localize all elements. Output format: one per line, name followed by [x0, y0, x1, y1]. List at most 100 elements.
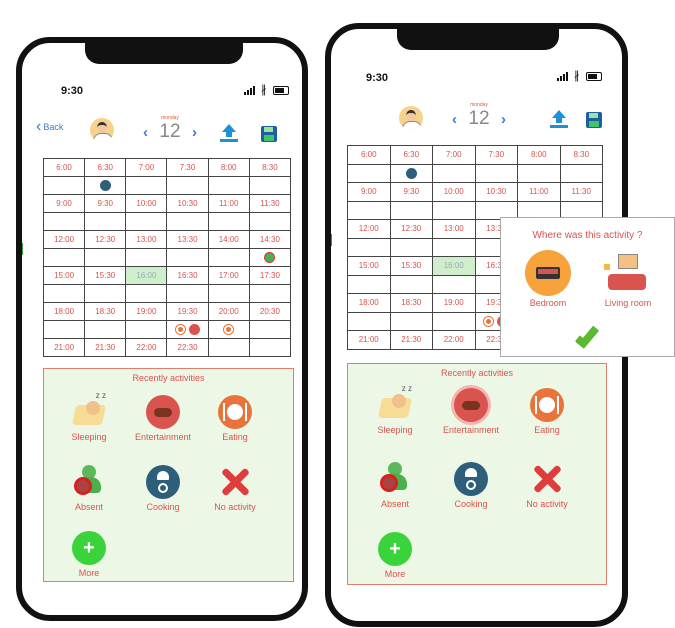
time-slot-cell[interactable]: 8:00 — [517, 145, 561, 165]
time-slot-cell[interactable]: 19:00 — [432, 293, 476, 313]
time-slot-cell[interactable]: 12:30 — [84, 230, 127, 249]
activity-slot-cell[interactable] — [125, 212, 168, 231]
activity-slot-cell[interactable] — [166, 320, 209, 339]
time-slot-cell[interactable]: 12:00 — [42, 230, 86, 249]
activity-slot-cell[interactable] — [248, 176, 292, 195]
activity-slot-cell[interactable] — [42, 320, 86, 339]
activity-slot-cell[interactable] — [42, 176, 86, 195]
activity-slot-cell[interactable] — [432, 200, 476, 220]
time-slot-cell[interactable]: 21:30 — [84, 338, 127, 357]
activity-slot-cell[interactable] — [517, 163, 561, 183]
time-slot-cell[interactable]: 19:30 — [166, 302, 209, 321]
activity-slot-cell[interactable] — [125, 284, 168, 303]
activity-slot-cell[interactable] — [389, 163, 433, 183]
time-slot-cell[interactable]: 15:00 — [347, 256, 391, 276]
activity-slot-cell[interactable] — [248, 248, 292, 267]
time-slot-cell[interactable]: 19:00 — [125, 302, 168, 321]
time-slot-cell[interactable]: 22:00 — [432, 330, 476, 350]
time-slot-cell[interactable]: 16:00 — [432, 256, 476, 276]
time-slot-cell[interactable]: 14:30 — [248, 230, 292, 249]
time-slot-cell[interactable]: 18:00 — [42, 302, 86, 321]
time-slot-cell[interactable]: 10:00 — [432, 182, 476, 202]
time-slot-cell[interactable]: 15:00 — [42, 266, 86, 285]
activity-slot-cell[interactable] — [207, 212, 250, 231]
time-slot-cell[interactable]: 7:00 — [125, 158, 168, 177]
time-slot-cell[interactable]: 11:00 — [517, 182, 561, 202]
activity-slot-cell[interactable] — [84, 284, 127, 303]
activity-slot-cell[interactable] — [389, 274, 433, 294]
time-slot-cell[interactable]: 7:30 — [474, 145, 518, 165]
time-slot-cell[interactable]: 13:00 — [432, 219, 476, 239]
time-slot-cell[interactable]: 22:30 — [166, 338, 209, 357]
save-icon[interactable] — [586, 112, 602, 128]
living-room-icon[interactable] — [604, 252, 650, 296]
activity-slot-cell[interactable] — [84, 248, 127, 267]
activity-slot-cell[interactable] — [125, 320, 168, 339]
time-slot-cell[interactable]: 12:30 — [389, 219, 433, 239]
next-day-button[interactable]: › — [192, 124, 197, 141]
activity-slot-cell[interactable] — [166, 284, 209, 303]
time-slot-cell[interactable]: 21:30 — [389, 330, 433, 350]
time-slot-cell[interactable]: 17:30 — [248, 266, 292, 285]
activity-slot-cell[interactable] — [389, 237, 433, 257]
time-slot-cell[interactable]: 20:00 — [207, 302, 250, 321]
time-slot-cell[interactable]: 18:30 — [389, 293, 433, 313]
activity-slot-cell[interactable] — [166, 248, 209, 267]
prev-day-button[interactable]: ‹ — [452, 111, 457, 128]
time-slot-cell[interactable]: 21:00 — [42, 338, 86, 357]
time-slot-cell[interactable]: 7:30 — [166, 158, 209, 177]
time-slot-cell[interactable]: 8:00 — [207, 158, 250, 177]
activity-eating[interactable]: Eating — [507, 388, 587, 435]
activity-no-activity[interactable]: No activity — [507, 462, 587, 509]
upload-icon[interactable] — [220, 124, 238, 143]
activity-absent[interactable]: Absent — [49, 465, 129, 512]
time-slot-cell[interactable]: 9:00 — [42, 194, 86, 213]
activity-sleeping[interactable]: z z Sleeping — [49, 391, 129, 442]
time-slot-cell[interactable] — [248, 338, 292, 357]
activity-slot-cell[interactable] — [42, 284, 86, 303]
time-slot-cell[interactable]: 6:30 — [84, 158, 127, 177]
time-slot-cell[interactable]: 7:00 — [432, 145, 476, 165]
activity-eating[interactable]: Eating — [195, 395, 275, 442]
time-slot-cell[interactable] — [207, 338, 250, 357]
activity-slot-cell[interactable] — [207, 284, 250, 303]
activity-slot-cell[interactable] — [432, 163, 476, 183]
time-slot-cell[interactable]: 10:00 — [125, 194, 168, 213]
activity-slot-cell[interactable] — [207, 320, 250, 339]
user-avatar[interactable] — [90, 118, 114, 142]
time-slot-cell[interactable]: 11:30 — [559, 182, 603, 202]
activity-slot-cell[interactable] — [347, 163, 391, 183]
time-slot-cell[interactable]: 12:00 — [347, 219, 391, 239]
activity-slot-cell[interactable] — [389, 311, 433, 331]
activity-slot-cell[interactable] — [432, 237, 476, 257]
activity-slot-cell[interactable] — [248, 284, 292, 303]
activity-slot-cell[interactable] — [474, 163, 518, 183]
time-slot-cell[interactable]: 13:00 — [125, 230, 168, 249]
activity-slot-cell[interactable] — [125, 248, 168, 267]
activity-slot-cell[interactable] — [125, 176, 168, 195]
activity-slot-cell[interactable] — [166, 212, 209, 231]
activity-cooking[interactable]: Cooking — [431, 462, 511, 509]
activity-slot-cell[interactable] — [248, 320, 292, 339]
activity-more[interactable]: + More — [355, 532, 435, 579]
time-slot-cell[interactable]: 16:00 — [125, 266, 168, 285]
living-room-option-label[interactable]: Living room — [593, 298, 663, 308]
time-slot-cell[interactable]: 9:30 — [389, 182, 433, 202]
activity-slot-cell[interactable] — [347, 274, 391, 294]
activity-slot-cell[interactable] — [389, 200, 433, 220]
time-slot-cell[interactable]: 10:30 — [474, 182, 518, 202]
activity-slot-cell[interactable] — [347, 200, 391, 220]
back-button[interactable]: ‹ Back — [36, 119, 63, 135]
time-slot-cell[interactable]: 8:30 — [248, 158, 292, 177]
time-slot-cell[interactable]: 9:00 — [347, 182, 391, 202]
time-slot-cell[interactable]: 6:00 — [42, 158, 86, 177]
checkmark-icon[interactable] — [574, 322, 600, 350]
activity-slot-cell[interactable] — [559, 163, 603, 183]
activity-slot-cell[interactable] — [207, 176, 250, 195]
activity-slot-cell[interactable] — [347, 237, 391, 257]
activity-slot-cell[interactable] — [207, 248, 250, 267]
prev-day-button[interactable]: ‹ — [143, 124, 148, 141]
activity-absent[interactable]: Absent — [355, 462, 435, 509]
activity-slot-cell[interactable] — [347, 311, 391, 331]
activity-sleeping[interactable]: z z Sleeping — [355, 384, 435, 435]
